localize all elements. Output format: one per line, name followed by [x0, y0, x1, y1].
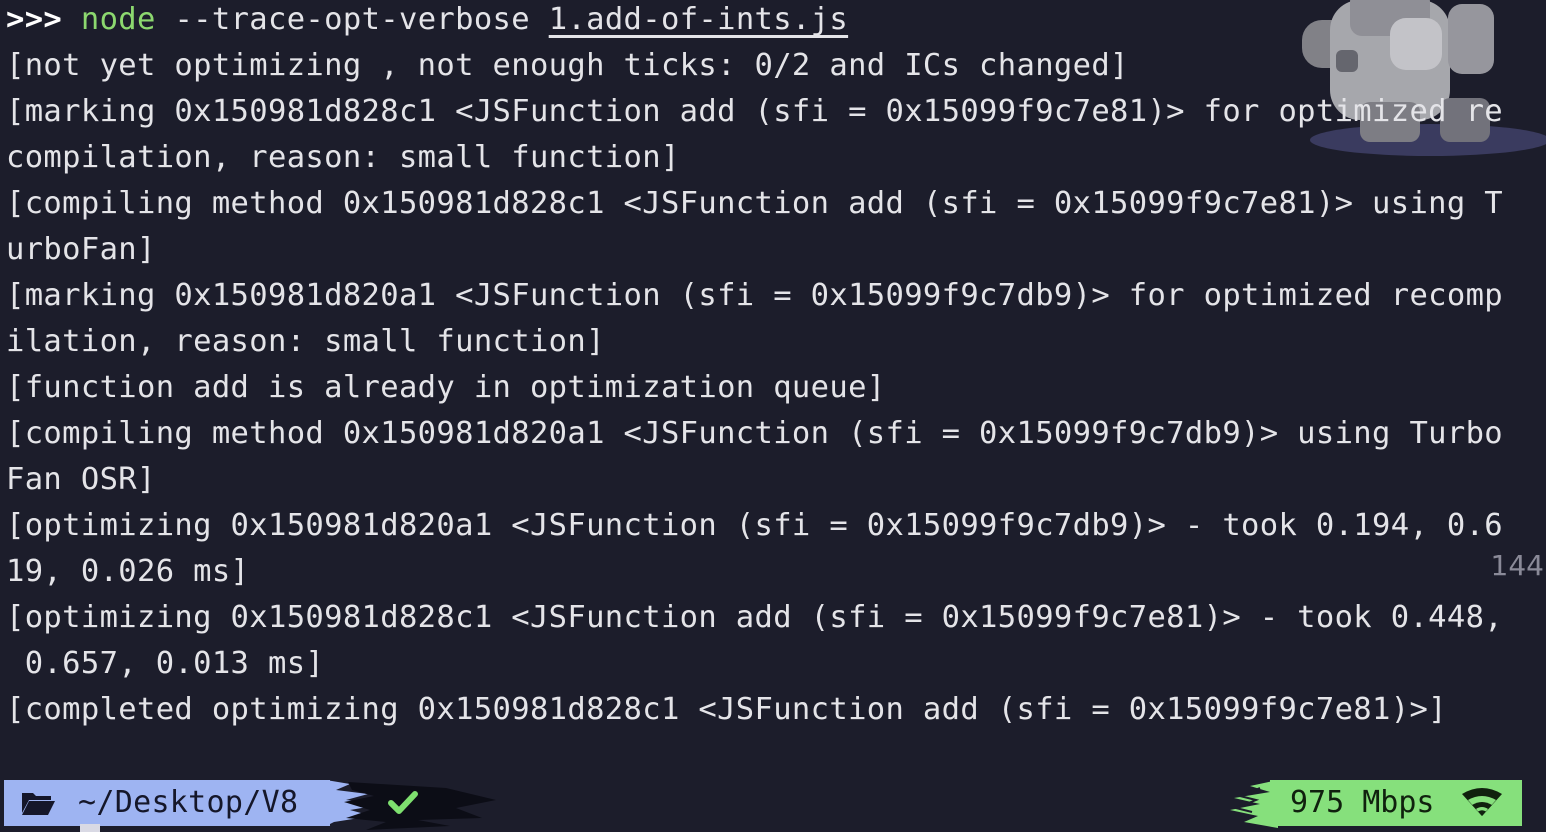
prompt-symbol: >>> — [6, 2, 63, 37]
cursor-marker — [80, 824, 100, 832]
output-line: urboFan] — [6, 232, 156, 267]
network-speed: 975 Mbps — [1290, 785, 1435, 820]
output-line: [optimizing 0x150981d820a1 <JSFunction (… — [6, 508, 1504, 543]
mascot-illustration — [1302, 0, 1546, 156]
status-path-segment[interactable]: ~/Desktop/V8 — [4, 780, 330, 826]
output-line: [compiling method 0x150981d820a1 <JSFunc… — [6, 416, 1504, 451]
command-file-link[interactable]: 1.add-of-ints.js — [549, 2, 848, 37]
status-network-segment[interactable]: 975 Mbps — [1270, 780, 1522, 826]
command-line: >>> node --trace-opt-verbose 1.add-of-in… — [6, 0, 848, 43]
output-line: [marking 0x150981d820a1 <JSFunction (sfi… — [6, 278, 1504, 313]
folder-open-icon — [22, 793, 55, 815]
current-directory-path: ~/Desktop/V8 — [78, 785, 299, 820]
output-line: [compiling method 0x150981d828c1 <JSFunc… — [6, 186, 1504, 221]
output-line: [completed optimizing 0x150981d828c1 <JS… — [6, 692, 1447, 727]
output-line: [optimizing 0x150981d828c1 <JSFunction a… — [6, 600, 1504, 635]
command-flag: --trace-opt-verbose — [174, 2, 530, 37]
output-line: [not yet optimizing , not enough ticks: … — [6, 48, 1129, 83]
wifi-icon — [1462, 788, 1502, 816]
output-line: [function add is already in optimization… — [6, 370, 886, 405]
check-icon — [388, 791, 418, 814]
output-line: compilation, reason: small function] — [6, 140, 680, 175]
output-line: 0.657, 0.013 ms] — [6, 646, 325, 681]
output-line: [marking 0x150981d828c1 <JSFunction add … — [6, 94, 1504, 129]
output-line: ilation, reason: small function] — [6, 324, 605, 359]
output-line: Fan OSR] — [6, 462, 156, 497]
command-program: node — [80, 2, 156, 37]
terminal-window[interactable]: >>> node --trace-opt-verbose 1.add-of-in… — [0, 0, 1546, 832]
line-number-badge: 144 — [1490, 549, 1544, 582]
output-line: 19, 0.026 ms] — [6, 554, 250, 589]
